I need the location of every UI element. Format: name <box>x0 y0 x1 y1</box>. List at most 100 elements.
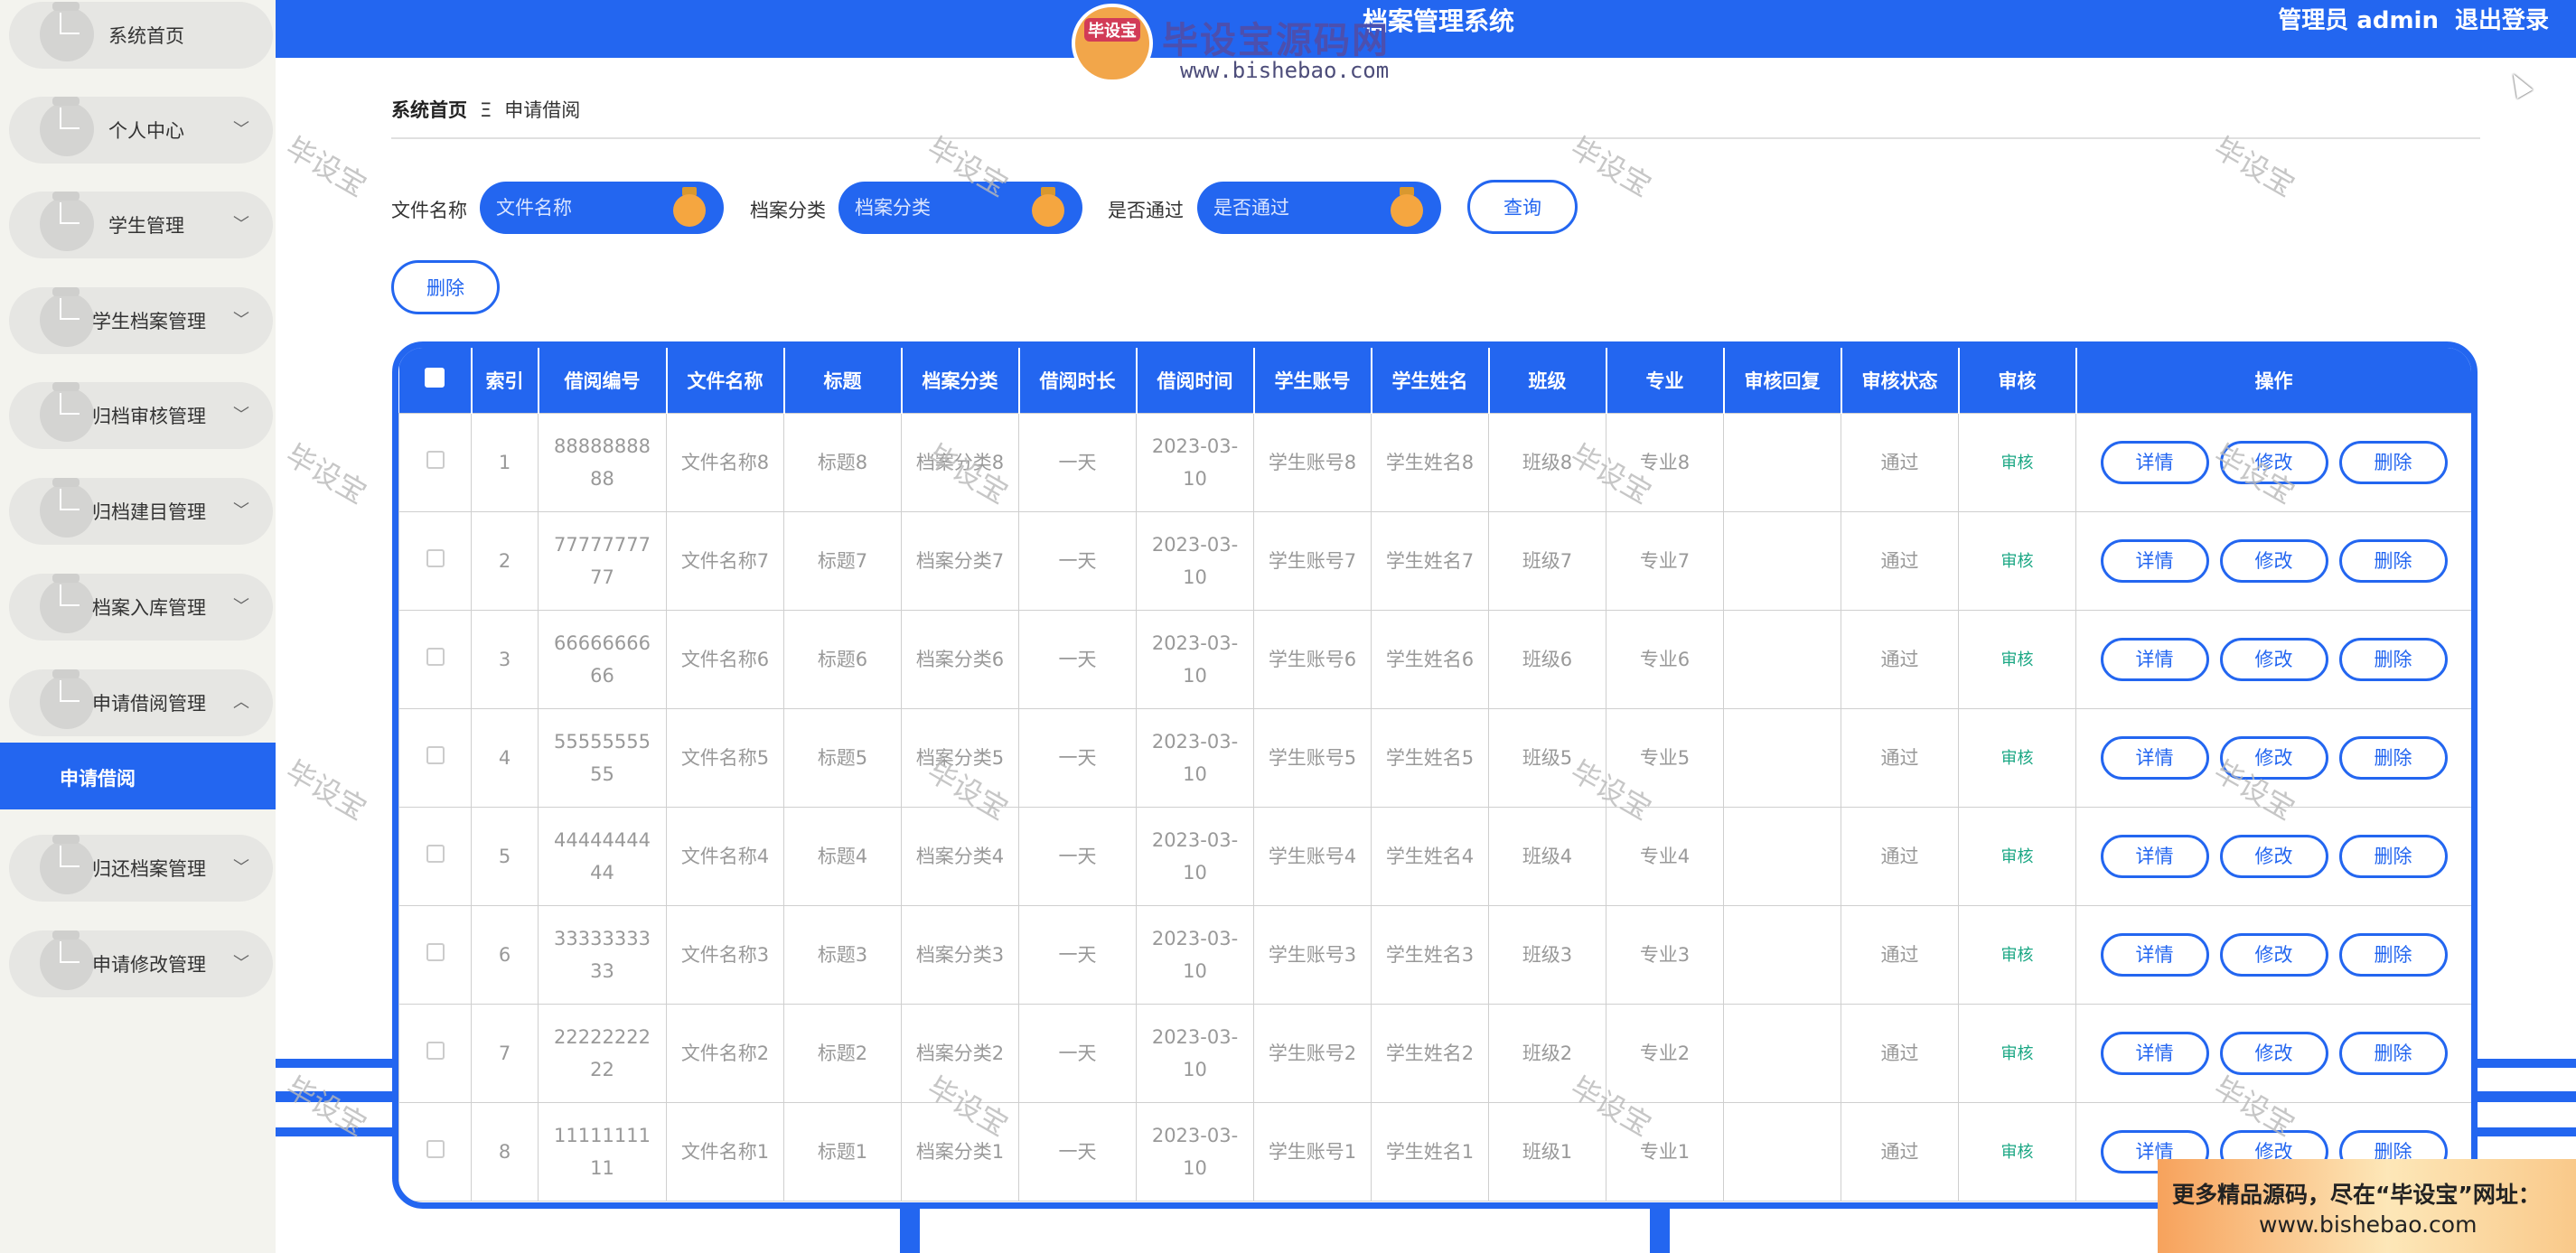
cell-actions: 详情 修改 删除 <box>2075 904 2471 1005</box>
category-input[interactable] <box>855 194 1026 221</box>
cell-major: 专业6 <box>1606 609 1724 709</box>
audit-link[interactable]: 审核 <box>2001 946 2034 965</box>
file-name-input[interactable] <box>496 194 668 221</box>
column-header: 借阅时间 <box>1136 348 1255 413</box>
row-select-cell[interactable] <box>398 904 472 1005</box>
row-select-cell[interactable] <box>398 412 472 512</box>
edit-button[interactable]: 修改 <box>2219 538 2328 583</box>
watermark-text: 毕设宝 <box>279 753 373 828</box>
cell-review-status: 通过 <box>1841 510 1959 611</box>
audit-link[interactable]: 审核 <box>2001 749 2034 768</box>
row-checkbox[interactable] <box>426 450 445 469</box>
cell-index: 4 <box>471 707 539 808</box>
row-select-cell[interactable] <box>398 510 472 611</box>
cell-index: 2 <box>471 510 539 611</box>
row-select-cell[interactable] <box>398 1101 472 1202</box>
user-info: 管理员 admin 退出登录 <box>2278 2 2549 35</box>
borrow-date-line1: 2023-03- <box>1151 828 1239 851</box>
audit-link[interactable]: 审核 <box>2001 650 2034 669</box>
detail-button[interactable]: 详情 <box>2100 1031 2209 1075</box>
sidebar-item[interactable]: 档案入库管理 ﹀ <box>9 574 273 641</box>
column-header: 审核状态 <box>1841 348 1960 413</box>
detail-button[interactable]: 详情 <box>2100 538 2209 583</box>
logout-link[interactable]: 退出登录 <box>2455 7 2549 34</box>
cell-borrow-code: 33333333 33 <box>538 904 667 1005</box>
edit-button[interactable]: 修改 <box>2219 1031 2328 1075</box>
detail-button[interactable]: 详情 <box>2100 735 2209 780</box>
cell-title: 标题3 <box>783 904 902 1005</box>
detail-button[interactable]: 详情 <box>2100 440 2209 484</box>
edit-button[interactable]: 修改 <box>2219 637 2328 681</box>
sidebar-item-label: 归档审核管理 <box>92 406 206 427</box>
delete-button[interactable]: 删除 <box>2338 834 2448 878</box>
sidebar-item[interactable]: 归还档案管理 ﹀ <box>9 835 273 902</box>
cell-major: 专业4 <box>1606 806 1724 906</box>
cell-duration: 一天 <box>1018 1101 1137 1202</box>
approved-field[interactable] <box>1197 182 1441 234</box>
edit-button[interactable]: 修改 <box>2219 932 2328 977</box>
delete-button[interactable]: 删除 <box>2338 932 2448 977</box>
logo-badge-text: 毕设宝 <box>1088 22 1137 41</box>
column-header: 操作 <box>2075 348 2471 413</box>
row-checkbox[interactable] <box>426 1041 445 1060</box>
sidebar-item[interactable]: 申请借阅管理 ︿ <box>9 669 273 736</box>
audit-link[interactable]: 审核 <box>2001 454 2034 472</box>
table-row: 1 88888888 88 文件名称8 标题8 档案分类8 一天 2023-03- 10 学生账号… <box>398 412 2471 512</box>
column-header: 借阅时长 <box>1018 348 1138 413</box>
detail-button[interactable]: 详情 <box>2100 637 2209 681</box>
audit-link[interactable]: 审核 <box>2001 847 2034 866</box>
category-field[interactable] <box>838 182 1082 234</box>
cell-duration: 一天 <box>1018 1003 1137 1103</box>
query-button[interactable]: 查询 <box>1467 180 1578 234</box>
row-select-cell[interactable] <box>398 707 472 808</box>
edit-button[interactable]: 修改 <box>2219 834 2328 878</box>
delete-button[interactable]: 删除 <box>2338 637 2448 681</box>
row-checkbox[interactable] <box>426 844 445 863</box>
cell-title: 标题7 <box>783 510 902 611</box>
row-checkbox[interactable] <box>426 1139 445 1158</box>
sidebar-item[interactable]: 学生档案管理 ﹀ <box>9 287 273 354</box>
row-select-cell[interactable] <box>398 1003 472 1103</box>
borrow-code-line1: 22222222 <box>554 1025 651 1048</box>
sidebar-item[interactable]: 系统首页 <box>9 2 273 69</box>
cell-borrow-code: 55555555 55 <box>538 707 667 808</box>
sidebar-item[interactable]: 个人中心 ﹀ <box>9 97 273 164</box>
decor-bar <box>2474 1127 2576 1136</box>
sidebar-item-label: 申请修改管理 <box>92 954 206 976</box>
detail-button[interactable]: 详情 <box>2100 834 2209 878</box>
borrow-date-line1: 2023-03- <box>1151 435 1239 457</box>
audit-link[interactable]: 审核 <box>2001 552 2034 571</box>
row-checkbox[interactable] <box>426 745 445 764</box>
sidebar-item[interactable]: 归档建目管理 ﹀ <box>9 478 273 545</box>
sidebar-subitem-borrow-apply[interactable]: 申请借阅 <box>0 743 276 809</box>
batch-delete-button[interactable]: 删除 <box>391 260 500 314</box>
delete-button[interactable]: 删除 <box>2338 440 2448 484</box>
cell-student-account: 学生账号1 <box>1253 1101 1372 1202</box>
cell-student-name: 学生姓名5 <box>1371 707 1489 808</box>
borrow-code-line2: 44 <box>590 861 614 884</box>
file-name-field[interactable] <box>480 182 724 234</box>
delete-button[interactable]: 删除 <box>2338 735 2448 780</box>
row-select-cell[interactable] <box>398 609 472 709</box>
audit-link[interactable]: 审核 <box>2001 1044 2034 1063</box>
borrow-date-line1: 2023-03- <box>1151 730 1239 753</box>
approved-input[interactable] <box>1213 194 1385 221</box>
decor-bar <box>900 1207 920 1253</box>
delete-button[interactable]: 删除 <box>2338 538 2448 583</box>
breadcrumb-home[interactable]: 系统首页 <box>391 99 467 121</box>
detail-button[interactable]: 详情 <box>2100 932 2209 977</box>
row-checkbox[interactable] <box>426 647 445 666</box>
sidebar-item[interactable]: 学生管理 ﹀ <box>9 192 273 258</box>
sidebar-item[interactable]: 归档审核管理 ﹀ <box>9 382 273 449</box>
select-all-cell[interactable] <box>398 348 473 413</box>
row-checkbox[interactable] <box>426 548 445 567</box>
select-all-checkbox[interactable] <box>425 368 445 388</box>
sidebar-item[interactable]: 申请修改管理 ﹀ <box>9 930 273 997</box>
column-header: 标题 <box>783 348 903 413</box>
audit-link[interactable]: 审核 <box>2001 1143 2034 1162</box>
sidebar-item-label: 档案入库管理 <box>92 597 206 619</box>
row-checkbox[interactable] <box>426 942 445 961</box>
table-row: 5 44444444 44 文件名称4 标题4 档案分类4 一天 2023-03- 10 学生账号… <box>398 806 2471 906</box>
row-select-cell[interactable] <box>398 806 472 906</box>
delete-button[interactable]: 删除 <box>2338 1031 2448 1075</box>
